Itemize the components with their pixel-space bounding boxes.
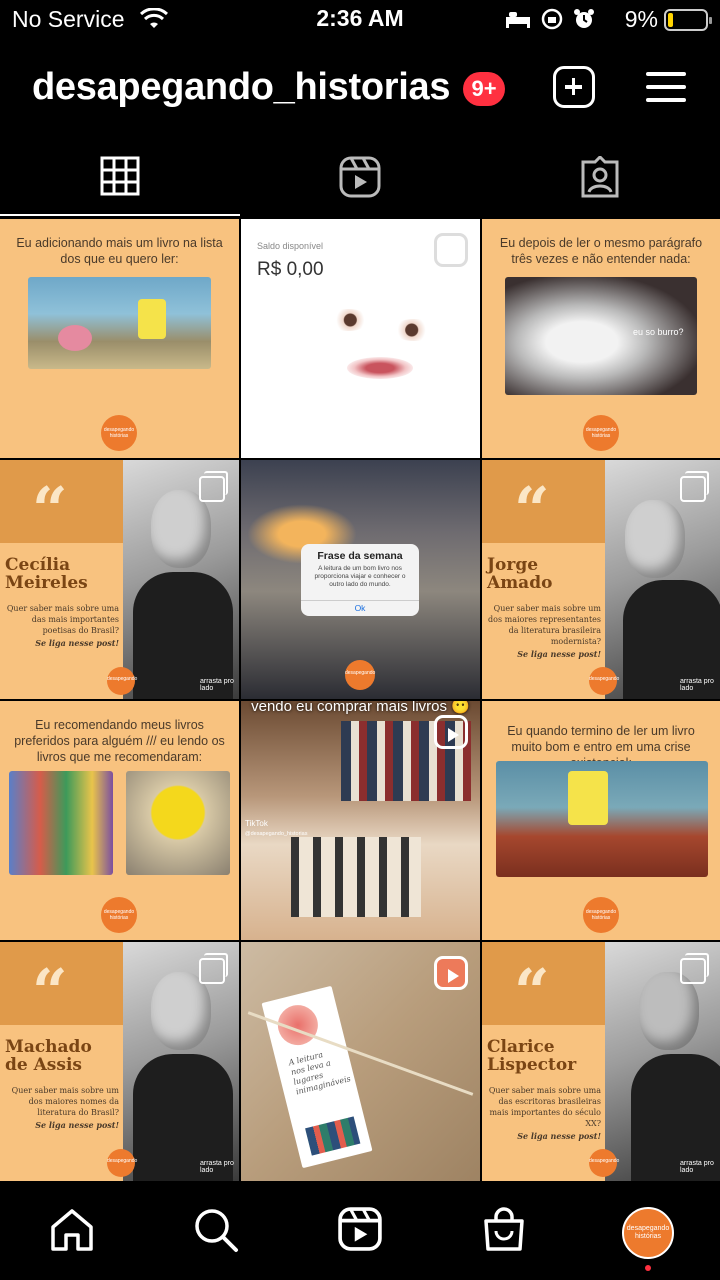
balance-label: Saldo disponível [257, 241, 324, 251]
swipe-hint: arrasta pro lado [680, 1160, 714, 1174]
cat-gif: eu so burro? [505, 277, 697, 395]
dialog-text: A leitura de um bom livro nos proporcion… [314, 565, 406, 588]
profile-tabs [0, 150, 720, 218]
bottom-nav: desapegando histórias [0, 1185, 720, 1280]
author-name: Clarice Lispector [487, 1037, 577, 1075]
post-grid: Eu adicionando mais um livro na lista do… [0, 219, 720, 1185]
post-frase-semana[interactable]: Frase da semana A leitura de um bom livr… [241, 460, 480, 699]
nav-reels[interactable] [330, 1207, 390, 1261]
status-bar: No Service 2:36 AM 9% [0, 0, 720, 40]
carousel-icon [199, 953, 228, 984]
tab-reels[interactable] [240, 150, 480, 216]
reel-badge-icon [434, 233, 468, 267]
author-name: Cecília Meireles [5, 555, 88, 593]
post-spongebob-crisis[interactable]: Eu quando termino de ler um livro muito … [482, 701, 720, 940]
brand-logo: desapegando [107, 667, 137, 695]
quote-icon: “ [32, 473, 68, 546]
profile-avatar[interactable]: desapegando histórias [622, 1207, 674, 1259]
brand-logo: desapegando [345, 660, 375, 690]
eye-right [391, 319, 437, 341]
quote-icon: “ [32, 955, 68, 1028]
carousel-icon [199, 471, 228, 502]
eye-left [325, 309, 371, 331]
post-cat-confused[interactable]: Eu depois de ler o mesmo parágrafo três … [482, 219, 720, 458]
post-jorge-amado[interactable]: “ Jorge Amado Quer saber mais sobre um do… [482, 460, 720, 699]
post-caption: Eu recomendando meus livros preferidos p… [14, 718, 225, 764]
dialog-title: Frase da semana [317, 550, 403, 562]
battery-percent: 9% [624, 6, 658, 32]
author-question: Quer saber mais sobre um dos maiores rep… [488, 604, 601, 659]
nav-search[interactable] [186, 1207, 246, 1261]
alarm-icon [573, 8, 595, 35]
menu-button[interactable] [646, 70, 686, 104]
tagged-icon [581, 156, 619, 198]
profile-header: desapegando_historias 9+ [0, 60, 720, 120]
post-saldo-reel[interactable]: Saldo disponível R$ 0,00 [241, 219, 480, 458]
post-tiktok-buying-books[interactable]: vendo eu comprar mais livros 😶 TikTok @de… [241, 701, 480, 940]
post-spongebob-list[interactable]: Eu adicionando mais um livro na lista do… [0, 219, 239, 458]
spongebob-gif [496, 761, 708, 877]
balance-value: R$ 0,00 [257, 259, 324, 280]
bookmark: A leitura nos leva a lugares inimagináve… [261, 985, 373, 1169]
swipe-hint: arrasta pro lado [200, 1160, 234, 1174]
brand-logo: desapegando histórias [583, 415, 619, 451]
post-machado-de-assis[interactable]: “ Machado de Assis Quer saber mais sobre … [0, 942, 239, 1181]
post-cecilia-meireles[interactable]: “ Cecília Meireles Quer saber mais sobre … [0, 460, 239, 699]
swipe-hint: arrasta pro lado [680, 678, 714, 692]
author-question: Quer saber mais sobre uma das mais impor… [6, 604, 119, 648]
home-icon [51, 1209, 93, 1251]
reel-badge-icon [434, 715, 468, 749]
brand-logo: desapegando histórias [101, 415, 137, 451]
carousel-icon [680, 471, 709, 502]
post-caption: Eu adicionando mais um livro na lista do… [16, 236, 223, 266]
clock: 2:36 AM [316, 5, 404, 31]
nav-home[interactable] [42, 1207, 102, 1261]
search-icon [195, 1209, 238, 1252]
bed-icon [505, 9, 531, 34]
post-bookmark-package[interactable]: A leitura nos leva a lugares inimagináve… [241, 942, 480, 1181]
grid-icon [100, 156, 140, 196]
swipe-hint: arrasta pro lado [200, 678, 234, 692]
brand-logo: desapegando histórias [101, 897, 137, 933]
brand-logo: desapegando [589, 1149, 619, 1177]
author-name: Machado de Assis [5, 1037, 92, 1075]
create-post-button[interactable] [553, 66, 595, 108]
carousel-icon [680, 953, 709, 984]
quote-icon: “ [514, 955, 550, 1028]
shop-icon [484, 1207, 524, 1251]
tab-tagged[interactable] [480, 150, 720, 216]
battery-icon [664, 9, 712, 31]
spongebob-gif [28, 277, 211, 369]
brand-logo: desapegando histórias [583, 897, 619, 933]
post-caption: Eu depois de ler o mesmo parágrafo três … [499, 236, 703, 266]
quote-icon: “ [514, 473, 550, 546]
reels-icon [339, 156, 381, 198]
reel-badge-icon [434, 956, 468, 990]
author-question: Quer saber mais sobre um dos maiores nom… [11, 1086, 119, 1130]
brand-logo: desapegando [107, 1149, 137, 1177]
mouth [347, 357, 413, 379]
video-overlay-text: vendo eu comprar mais livros 😶 [251, 701, 470, 715]
reels-icon [338, 1207, 382, 1251]
lisa-gif [126, 771, 230, 875]
orientation-lock-icon [541, 8, 563, 35]
tab-grid[interactable] [0, 150, 240, 216]
books-stack-gif [9, 771, 113, 875]
tiktok-watermark: TikTok @desapegando_historias [245, 819, 308, 837]
dialog-ok-button: Ok [301, 600, 419, 613]
brand-logo: desapegando [589, 667, 619, 695]
post-clarice-lispector[interactable]: “ Clarice Lispector Quer saber mais sobre… [482, 942, 720, 1181]
author-question: Quer saber mais sobre uma das escritoras… [488, 1086, 601, 1141]
nav-shop[interactable] [474, 1207, 534, 1261]
notification-badge[interactable]: 9+ [463, 72, 505, 106]
username-switcher[interactable]: desapegando_historias [32, 66, 450, 109]
dialog-box: Frase da semana A leitura de um bom livr… [301, 544, 419, 616]
author-name: Jorge Amado [487, 555, 553, 593]
notification-dot [645, 1265, 651, 1271]
post-simpsons-recommend[interactable]: Eu recomendando meus livros preferidos p… [0, 701, 239, 940]
